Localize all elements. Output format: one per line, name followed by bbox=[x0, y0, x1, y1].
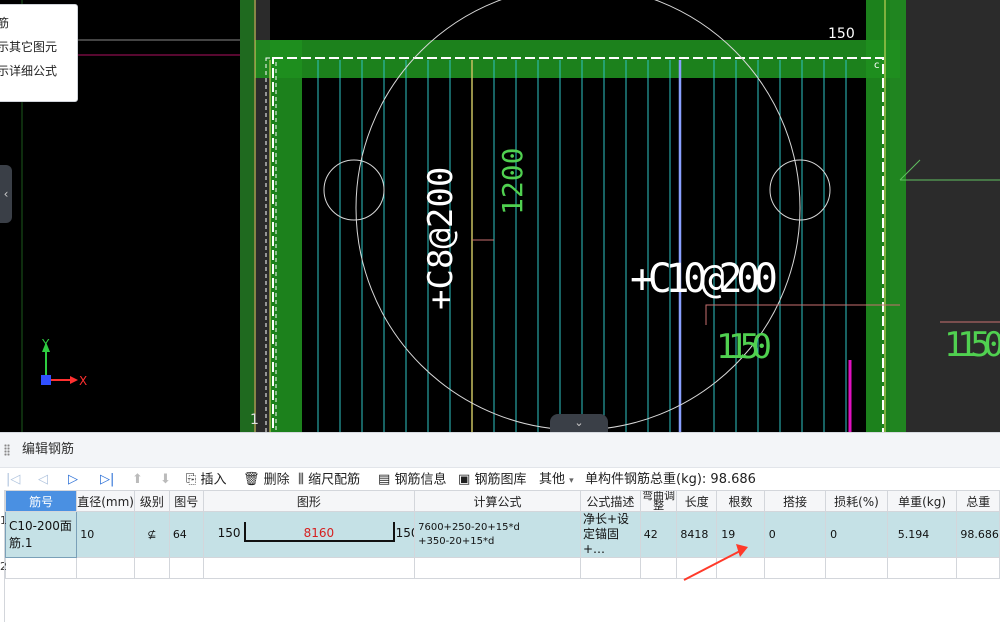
dim-top-150: 150 bbox=[828, 26, 855, 42]
cell-loss[interactable]: 0 bbox=[825, 511, 888, 558]
first-record-icon[interactable]: |◁ bbox=[6, 468, 20, 492]
collapse-left-icon[interactable]: ‹ bbox=[0, 165, 12, 223]
formula-line: 7600+250-20+15*d bbox=[418, 521, 520, 533]
circle-left bbox=[323, 159, 385, 221]
axis-y-label: Y bbox=[41, 337, 50, 351]
trash-icon: 🗑 bbox=[243, 472, 260, 487]
context-menu: 筋 示其它图元 示详细公式 bbox=[0, 4, 78, 102]
context-menu-item[interactable]: 示其它图元 bbox=[0, 35, 77, 59]
shape-mid-value: 8160 bbox=[303, 526, 335, 540]
annotation-arrow-icon bbox=[683, 544, 748, 581]
dim-1150-right: 1150 bbox=[944, 325, 1000, 365]
rebar-label-c10: +C10@200 bbox=[630, 256, 778, 302]
drag-grip-icon[interactable] bbox=[4, 444, 10, 456]
panel-title: 编辑钢筋 bbox=[22, 442, 75, 457]
info-table-icon: ▤ bbox=[378, 472, 391, 487]
cell-total-weight[interactable]: 98.686 bbox=[956, 511, 1000, 558]
total-weight-label: 单构件钢筋总重(kg): 98.686 bbox=[585, 472, 756, 487]
table-header: 筋号 直径(mm) 级别 图号 图形 计算公式 公式描述 弯曲调整 长度 根数 … bbox=[4, 490, 1000, 512]
col-header[interactable]: 公式描述 bbox=[579, 490, 641, 512]
axis-x-label: X bbox=[79, 374, 87, 388]
context-menu-item[interactable]: 筋 bbox=[0, 11, 77, 35]
cell-unit-weight[interactable]: 5.194 bbox=[886, 511, 958, 558]
cell-formula[interactable]: 7600+250-20+15*d +350-20+15*d bbox=[414, 511, 581, 558]
rebar-table: 筋号 直径(mm) 级别 图号 图形 计算公式 公式描述 弯曲调整 长度 根数 … bbox=[4, 490, 1000, 579]
edit-rebar-panel: 编辑钢筋 |◁ ◁ ▷ ▷| ⬆ ⬇ ⎘ 插入 🗑 删除 ⫼ 缩尺配筋 ▤ 钢筋… bbox=[0, 432, 1000, 622]
col-header[interactable]: 弯曲调整 bbox=[639, 490, 678, 512]
table-row[interactable]: C10-200面筋.1 10 ⊈ 64 150 8160 150 7600+25… bbox=[4, 511, 1000, 558]
move-up-icon[interactable]: ⬆ bbox=[132, 468, 143, 492]
scale-rebar-icon: ⫼ bbox=[298, 472, 304, 487]
beam-left bbox=[270, 40, 302, 432]
move-down-icon[interactable]: ⬇ bbox=[160, 468, 171, 492]
col-header[interactable]: 总重 bbox=[956, 490, 1000, 512]
shape-right-value: 150 bbox=[395, 526, 414, 540]
rebar-label-c8: +C8@200 bbox=[421, 167, 461, 310]
rebar-library-button[interactable]: ▣ 钢筋图库 bbox=[458, 468, 526, 493]
cell-bar-name[interactable] bbox=[4, 557, 78, 579]
collapse-bottom-icon[interactable]: ⌄ bbox=[550, 414, 608, 432]
cell-lap[interactable]: 0 bbox=[763, 511, 827, 558]
chevron-down-icon: ▾ bbox=[569, 476, 574, 486]
prev-record-icon[interactable]: ◁ bbox=[38, 468, 48, 492]
cell-description[interactable]: 净长+设定锚固+… bbox=[579, 511, 641, 558]
col-header[interactable]: 搭接 bbox=[763, 490, 827, 512]
col-header[interactable]: 图形 bbox=[202, 490, 416, 512]
dim-1150-center: 1150 bbox=[716, 327, 772, 367]
col-header[interactable]: 长度 bbox=[676, 490, 718, 512]
context-menu-item[interactable]: 示详细公式 bbox=[0, 59, 77, 83]
col-header[interactable]: 图号 bbox=[168, 490, 204, 512]
cell-diameter[interactable]: 10 bbox=[76, 511, 135, 558]
col-header[interactable]: 根数 bbox=[716, 490, 765, 512]
col-header[interactable]: 单重(kg) bbox=[886, 490, 958, 512]
next-record-icon[interactable]: ▷ bbox=[68, 468, 78, 492]
beam-right bbox=[866, 0, 906, 432]
library-icon: ▣ bbox=[458, 472, 471, 487]
cell-figure-no[interactable]: 64 bbox=[168, 511, 204, 558]
rebar-toolbar: |◁ ◁ ▷ ▷| ⬆ ⬇ ⎘ 插入 🗑 删除 ⫼ 缩尺配筋 ▤ 钢筋信息 ▣ … bbox=[0, 468, 1000, 492]
col-header[interactable]: 直径(mm) bbox=[76, 490, 135, 512]
delete-button[interactable]: 🗑 删除 bbox=[243, 468, 290, 493]
formula-line: +350-20+15*d bbox=[418, 535, 495, 547]
shape-left-value: 150 bbox=[217, 526, 241, 540]
slab-outline bbox=[272, 57, 884, 432]
svg-text:c: c bbox=[874, 60, 880, 71]
insert-icon: ⎘ bbox=[186, 472, 197, 487]
cell-shape[interactable]: 150 8160 150 bbox=[202, 511, 416, 558]
panel-header: 编辑钢筋 bbox=[0, 432, 1000, 468]
col-header[interactable]: 筋号 bbox=[4, 490, 78, 512]
cad-grey-band-right bbox=[890, 0, 1000, 432]
cad-viewport[interactable]: 150 +C8@200 1200 +C10@200 1150 1150 1 c … bbox=[0, 0, 1000, 432]
col-header[interactable]: 损耗(%) bbox=[825, 490, 888, 512]
rebar-lines bbox=[317, 60, 847, 432]
col-header[interactable]: 计算公式 bbox=[414, 490, 581, 512]
corner-number: 1 bbox=[250, 412, 259, 428]
cell-grade[interactable]: ⊈ bbox=[134, 511, 170, 558]
dim-1200: 1200 bbox=[496, 148, 529, 215]
rebar-info-button[interactable]: ▤ 钢筋信息 bbox=[378, 468, 446, 493]
cad-drawing[interactable]: 150 +C8@200 1200 +C10@200 1150 1150 1 c … bbox=[0, 0, 1000, 432]
insert-button[interactable]: ⎘ 插入 bbox=[186, 468, 227, 493]
cell-bar-name[interactable]: C10-200面筋.1 bbox=[4, 511, 78, 558]
col-header[interactable]: 级别 bbox=[134, 490, 170, 512]
scale-rebar-button[interactable]: ⫼ 缩尺配筋 bbox=[298, 468, 360, 493]
last-record-icon[interactable]: ▷| bbox=[100, 468, 114, 492]
table-row[interactable] bbox=[4, 557, 1000, 579]
